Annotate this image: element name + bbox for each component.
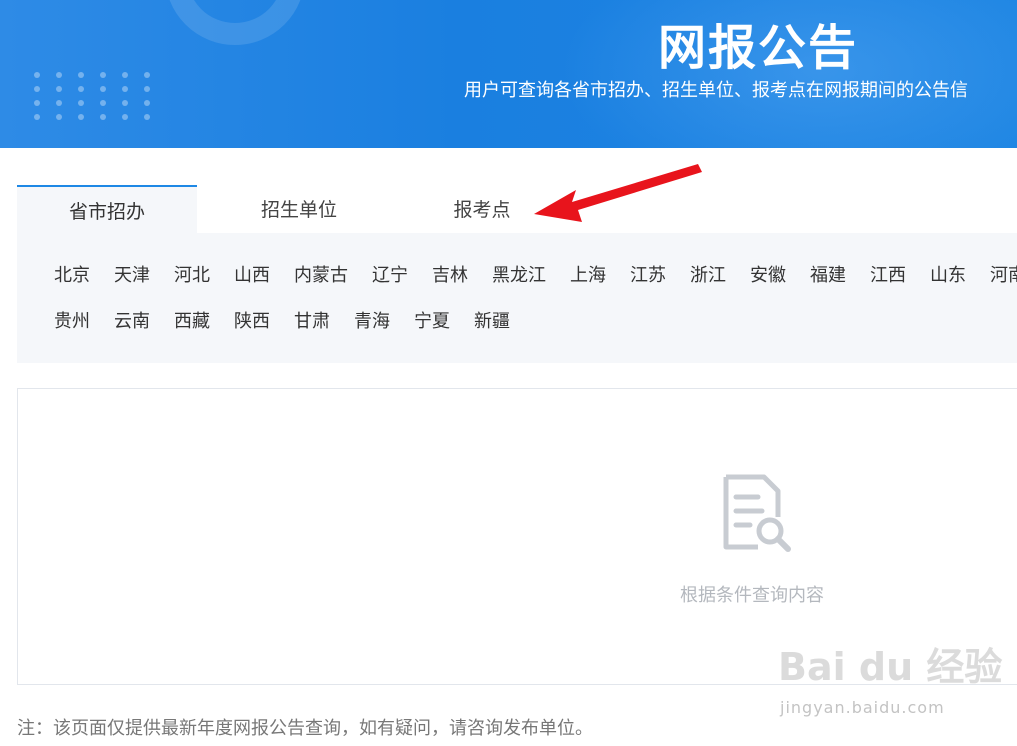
province-link[interactable]: 浙江: [690, 261, 726, 287]
province-link[interactable]: 新疆: [474, 307, 510, 333]
watermark-main-text: Bai du 经验: [778, 645, 1003, 689]
annotation-arrow-icon: [534, 164, 702, 222]
province-link[interactable]: 吉林: [432, 261, 468, 287]
page-title: 网报公告: [658, 20, 859, 76]
tab-enrollment-unit[interactable]: 招生单位: [209, 185, 389, 233]
province-link[interactable]: 甘肃: [294, 307, 330, 333]
province-link[interactable]: 安徽: [750, 261, 786, 287]
province-link[interactable]: 贵州: [54, 307, 90, 333]
document-search-icon: [723, 474, 791, 552]
banner-dots-decoration: [34, 72, 155, 120]
province-link[interactable]: 青海: [354, 307, 390, 333]
province-link[interactable]: 福建: [810, 261, 846, 287]
page-subtitle: 用户可查询各省市招办、招生单位、报考点在网报期间的公告信: [464, 80, 968, 101]
province-link[interactable]: 上海: [570, 261, 606, 287]
province-link[interactable]: 山东: [930, 261, 966, 287]
province-link[interactable]: 黑龙江: [492, 261, 546, 287]
banner-ring-decoration: [165, 0, 305, 45]
province-link[interactable]: 云南: [114, 307, 150, 333]
province-link[interactable]: 河北: [174, 261, 210, 287]
province-link[interactable]: 江西: [870, 261, 906, 287]
province-link[interactable]: 西藏: [174, 307, 210, 333]
watermark-url-text: jingyan.baidu.com: [780, 698, 945, 717]
province-link[interactable]: 内蒙古: [294, 261, 348, 287]
province-list: 北京 天津 河北 山西 内蒙古 辽宁 吉林 黑龙江 上海 江苏 浙江 安徽 福建…: [17, 233, 1017, 363]
province-link[interactable]: 山西: [234, 261, 270, 287]
province-link[interactable]: 天津: [114, 261, 150, 287]
province-link[interactable]: 陕西: [234, 307, 270, 333]
province-link[interactable]: 辽宁: [372, 261, 408, 287]
province-link[interactable]: 宁夏: [414, 307, 450, 333]
province-link[interactable]: 河南: [990, 261, 1017, 287]
empty-state-text: 根据条件查询内容: [680, 585, 824, 606]
header-banner: 网报公告 用户可查询各省市招办、招生单位、报考点在网报期间的公告信: [0, 0, 1017, 148]
footer-note: 注：该页面仅提供最新年度网报公告查询，如有疑问，请咨询发布单位。: [17, 718, 593, 739]
province-link[interactable]: 北京: [54, 261, 90, 287]
province-link[interactable]: 江苏: [630, 261, 666, 287]
tab-provincial-office[interactable]: 省市招办: [17, 185, 197, 233]
watermark-logo: Bai du 经验 jingyan.baidu.com: [778, 636, 1002, 726]
category-tabs: 省市招办 招生单位 报考点: [17, 185, 1017, 233]
